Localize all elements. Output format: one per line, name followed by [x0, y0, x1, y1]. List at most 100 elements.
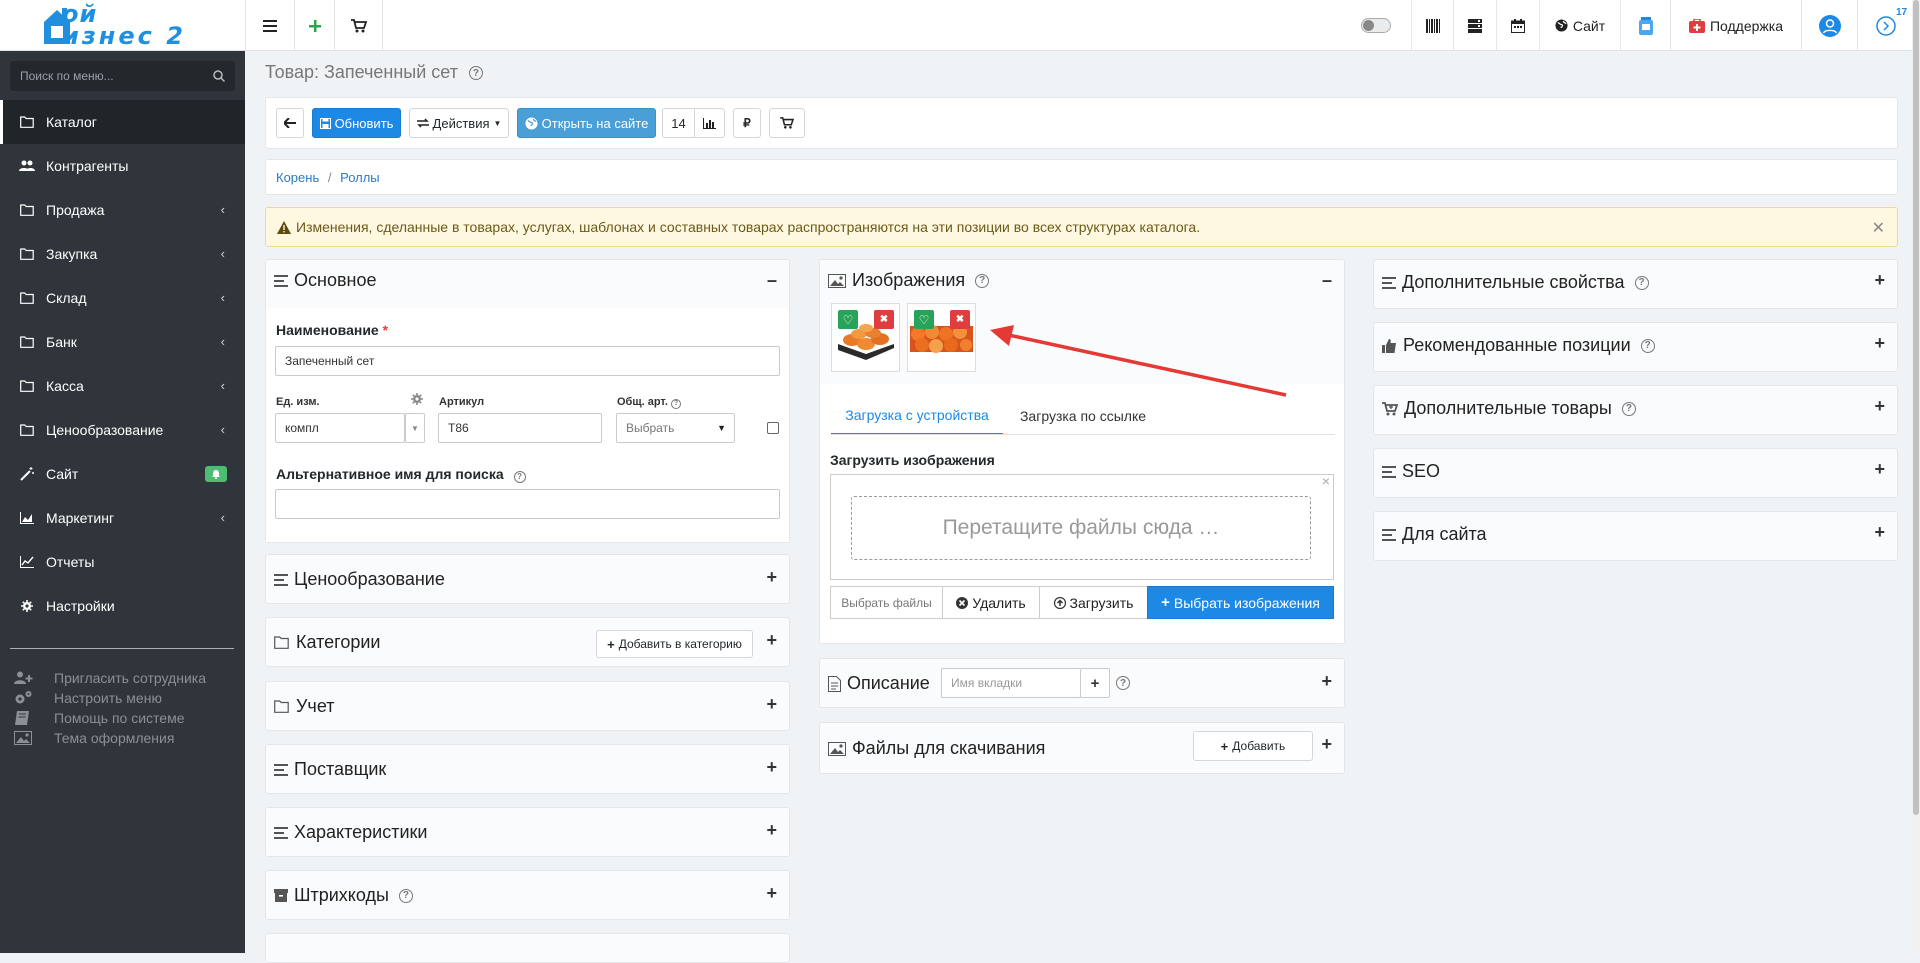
expand-icon[interactable]: + [1321, 734, 1332, 755]
breadcrumb-root[interactable]: Корень [276, 170, 319, 185]
scrollbar-thumb[interactable] [1913, 0, 1919, 815]
supplier-panel[interactable]: Поставщик + [265, 744, 790, 794]
support-button[interactable]: Поддержка [1671, 0, 1802, 51]
quick-add-button[interactable] [295, 0, 335, 51]
help-icon[interactable]: ? [1116, 676, 1130, 690]
expand-icon[interactable]: + [766, 567, 777, 588]
characteristics-panel[interactable]: Характеристики + [265, 807, 790, 857]
upload-files-button[interactable]: Загрузить [1039, 586, 1148, 619]
notifications-button[interactable]: 17 [1858, 0, 1914, 51]
seo-panel[interactable]: SEO + [1373, 448, 1898, 498]
sidebar-item-reports[interactable]: Отчеты [0, 540, 245, 584]
sidebar-item-site[interactable]: Сайт [0, 452, 245, 496]
set-main-image-button[interactable]: ♡ [914, 310, 934, 329]
categories-panel[interactable]: Категории + Добавить в категорию + [265, 617, 790, 667]
cart-button[interactable] [335, 0, 383, 51]
customize-menu-link[interactable]: Настроить меню [14, 688, 162, 708]
alt-name-input[interactable] [275, 489, 780, 519]
expand-icon[interactable]: + [1874, 459, 1885, 480]
description-panel-header[interactable]: Описание [828, 673, 930, 694]
tab-upload-device[interactable]: Загрузка с устройства [831, 397, 1003, 435]
expand-icon[interactable]: + [1874, 522, 1885, 543]
expand-icon[interactable]: + [1321, 671, 1332, 692]
sidebar-item-cashbox[interactable]: Касса ‹ [0, 364, 245, 408]
product-image-thumbnail[interactable]: ♡ ✖ [831, 303, 900, 372]
expand-icon[interactable]: + [766, 820, 777, 841]
delete-image-button[interactable]: ✖ [950, 310, 970, 329]
page-scrollbar[interactable] [1912, 0, 1920, 953]
collapse-icon[interactable]: – [767, 270, 777, 291]
expand-icon[interactable]: + [1874, 396, 1885, 417]
calendar-button[interactable] [1497, 0, 1540, 51]
add-tab-button[interactable]: + [1080, 668, 1110, 698]
help-link[interactable]: Помощь по системе [14, 708, 185, 728]
server-button[interactable] [1454, 0, 1497, 51]
collapse-icon[interactable]: – [1322, 270, 1332, 291]
accounting-panel[interactable]: Учет + [265, 681, 790, 731]
help-icon[interactable]: ? [1640, 338, 1655, 353]
site-link[interactable]: Сайт [1540, 0, 1621, 51]
help-icon[interactable]: ? [1621, 401, 1636, 416]
help-icon[interactable]: ? [975, 273, 990, 288]
add-download-button[interactable]: + Добавить [1193, 731, 1313, 761]
update-button[interactable]: Обновить [312, 108, 401, 138]
clear-icon[interactable]: × [1322, 473, 1330, 489]
recommended-panel[interactable]: Рекомендованные позиции ? + [1373, 322, 1898, 372]
theme-toggle[interactable] [1355, 0, 1397, 51]
expand-icon[interactable]: + [766, 694, 777, 715]
basic-panel-header[interactable]: Основное [274, 270, 376, 291]
downloads-panel-header[interactable]: Файлы для скачивания [828, 738, 1045, 759]
delete-files-button[interactable]: Удалить [942, 586, 1040, 619]
expand-icon[interactable]: + [766, 630, 777, 651]
menu-search-input[interactable]: Поиск по меню... [10, 61, 235, 91]
sidebar-item-catalog[interactable]: Каталог [0, 100, 245, 144]
dropzone[interactable]: Перетащите файлы сюда … [851, 496, 1311, 560]
actions-dropdown[interactable]: Действия ▼ [409, 108, 509, 138]
common-article-select[interactable]: Выбрать ▼ [616, 413, 735, 443]
help-icon[interactable]: ? [1634, 275, 1649, 290]
article-input[interactable]: Т86 [438, 413, 602, 443]
add-to-category-button[interactable]: + Добавить в категорию [596, 630, 753, 658]
expand-icon[interactable]: + [766, 883, 777, 904]
back-button[interactable] [276, 108, 304, 138]
help-icon[interactable]: ? [468, 66, 483, 81]
sidebar-item-sales[interactable]: Продажа ‹ [0, 188, 245, 232]
sidebar-item-pricing[interactable]: Ценообразование ‹ [0, 408, 245, 452]
unit-dropdown-toggle[interactable]: ▼ [405, 413, 425, 443]
sidebar-item-settings[interactable]: Настройки [0, 584, 245, 628]
tab-upload-link[interactable]: Загрузка по ссылке [1003, 397, 1163, 435]
theme-link[interactable]: Тема оформления [14, 728, 174, 748]
user-profile-button[interactable] [1802, 0, 1858, 51]
help-icon[interactable]: ? [398, 888, 413, 903]
sidebar-item-marketing[interactable]: Маркетинг ‹ [0, 496, 245, 540]
name-input[interactable]: Запеченный сет [275, 346, 780, 376]
delete-image-button[interactable]: ✖ [874, 310, 894, 329]
sidebar-toggle-button[interactable] [245, 0, 295, 51]
barcodes-panel[interactable]: Штрихкоды ? + [265, 870, 790, 920]
open-on-site-button[interactable]: Открыть на сайте [517, 108, 656, 138]
toolbar-cart-button[interactable] [769, 108, 805, 138]
expand-icon[interactable]: + [1874, 333, 1885, 354]
sidebar-item-bank[interactable]: Банк ‹ [0, 320, 245, 364]
common-article-checkbox[interactable] [767, 422, 779, 434]
unit-settings-gear-icon[interactable] [411, 393, 423, 405]
breadcrumb-current[interactable]: Роллы [340, 170, 380, 185]
sidebar-item-contractors[interactable]: Контрагенты [0, 144, 245, 188]
additional-properties-panel[interactable]: Дополнительные свойства ? + [1373, 259, 1898, 309]
expand-icon[interactable]: + [1874, 270, 1885, 291]
for-site-panel[interactable]: Для сайта + [1373, 511, 1898, 561]
tab-name-input[interactable]: Имя вкладки [941, 668, 1081, 698]
set-main-image-button[interactable]: ♡ [838, 310, 858, 329]
unit-select[interactable]: компл [275, 413, 405, 443]
app-button[interactable] [1621, 0, 1671, 51]
pricing-panel[interactable]: Ценообразование + [265, 554, 790, 604]
ruble-button[interactable]: ₽ [733, 108, 761, 138]
sidebar-item-purchase[interactable]: Закупка ‹ [0, 232, 245, 276]
select-images-button[interactable]: + Выбрать изображения [1147, 586, 1334, 619]
sidebar-item-warehouse[interactable]: Склад ‹ [0, 276, 245, 320]
expand-icon[interactable]: + [766, 757, 777, 778]
invite-employee-link[interactable]: Пригласить сотрудника [14, 668, 206, 688]
product-image-thumbnail[interactable]: ♡ ✖ [907, 303, 976, 372]
stats-button[interactable] [694, 108, 725, 138]
app-logo[interactable]: ой изнес 2 [42, 2, 210, 48]
